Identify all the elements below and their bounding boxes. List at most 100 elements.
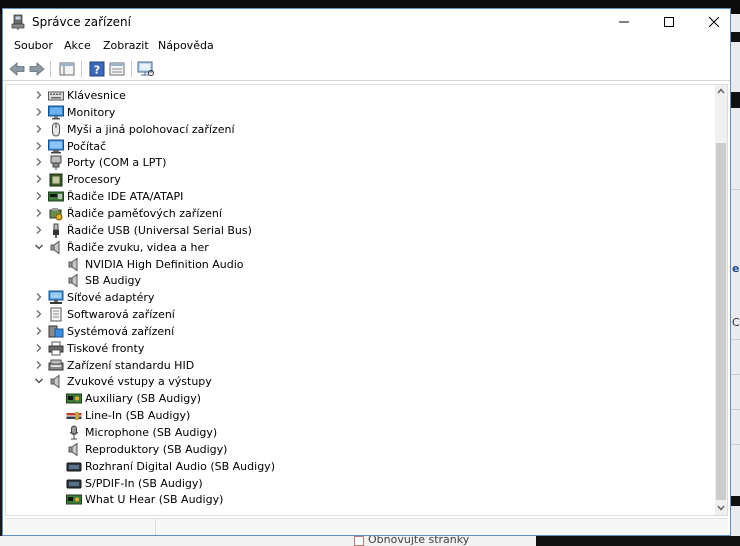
digital-audio-icon (66, 462, 82, 472)
properties-view-button[interactable] (108, 60, 126, 78)
speaker-icon (68, 442, 78, 457)
tree-item[interactable]: Zvukové vstupy a výstupy (6, 373, 706, 390)
tree-item[interactable]: Softwarová zařízení (6, 306, 706, 323)
tree-item[interactable]: Myši a jiná polohovací zařízení (6, 121, 706, 138)
tree-item-label: Microphone (SB Audigy) (85, 426, 218, 439)
audio-card-icon (66, 494, 82, 505)
speaker-icon (50, 240, 60, 255)
tree-item-label: Systémová zařízení (67, 324, 175, 338)
close-icon (708, 17, 719, 27)
tree-item-label: Řadiče USB (Universal Serial Bus) (67, 223, 252, 237)
expand-chevron-icon[interactable] (33, 291, 45, 303)
properties-icon (109, 62, 125, 76)
tree-item[interactable]: Tiskové fronty (6, 340, 706, 357)
speaker-icon (50, 374, 60, 389)
tree-item-label: Počítač (67, 139, 107, 153)
tree-item-label: Myši a jiná polohovací zařízení (67, 122, 235, 136)
expand-chevron-icon[interactable] (33, 224, 45, 236)
help-icon: ? (89, 61, 105, 77)
tree-item[interactable]: Systémová zařízení (6, 323, 706, 340)
expand-chevron-icon[interactable] (33, 89, 45, 101)
tree-item[interactable]: Řadiče USB (Universal Serial Bus) (6, 222, 706, 239)
tree-item[interactable]: Line-In (SB Audigy) (6, 407, 706, 424)
computer-icon (48, 139, 64, 154)
collapse-chevron-icon[interactable] (33, 241, 45, 253)
expand-chevron-icon[interactable] (33, 342, 45, 354)
tree-item[interactable]: What U Hear (SB Audigy) (6, 491, 706, 508)
menu-help[interactable]: Nápověda (158, 39, 214, 52)
audio-card-icon (66, 393, 82, 404)
device-tree[interactable]: Klávesnice Monitory Myši a jiná polohovací… (6, 85, 715, 515)
tree-item[interactable]: Řadiče IDE ATA/ATAPI (6, 188, 706, 205)
tree-item-label: Zvukové vstupy a výstupy (67, 375, 212, 389)
minimize-button[interactable] (601, 9, 646, 35)
menu-action[interactable]: Akce (64, 39, 91, 52)
device-manager-window: Správce zařízení Soubor Akce Zobrazit Ná… (2, 8, 731, 536)
tree-item[interactable]: Auxiliary (SB Audigy) (6, 390, 706, 407)
expand-chevron-icon[interactable] (33, 325, 45, 337)
hid-icon (48, 359, 64, 371)
tree-item[interactable]: Porty (COM a LPT) (6, 154, 706, 171)
tree-item[interactable]: NVIDIA High Definition Audio (6, 256, 706, 273)
forward-arrow-icon (29, 62, 45, 76)
scrollbar-thumb[interactable] (716, 143, 726, 500)
expand-chevron-icon[interactable] (33, 123, 45, 135)
microphone-icon (69, 425, 79, 440)
tree-item[interactable]: Řadiče zvuku, videa a her (6, 239, 706, 256)
expand-chevron-icon[interactable] (33, 308, 45, 320)
help-button[interactable]: ? (88, 60, 106, 78)
system-device-icon (48, 325, 64, 338)
tree-item[interactable]: Monitory (6, 104, 706, 121)
tree-item-label: Klávesnice (67, 89, 126, 102)
expand-chevron-icon[interactable] (33, 156, 45, 168)
back-button[interactable] (8, 60, 26, 78)
toolbar: ? (3, 57, 730, 81)
svg-text:?: ? (94, 64, 100, 77)
forward-button[interactable] (28, 60, 46, 78)
usb-icon (53, 223, 59, 238)
tree-item-label: Monitory (67, 105, 116, 119)
storage-controller-icon (49, 207, 63, 221)
scroll-down-icon[interactable] (717, 505, 725, 511)
tree-item[interactable]: Klávesnice (6, 87, 706, 104)
scan-hardware-changes-button[interactable] (137, 60, 155, 78)
speaker-icon (68, 257, 78, 271)
tree-item[interactable]: Řadiče paměťových zařízení (6, 205, 706, 222)
expand-chevron-icon[interactable] (33, 140, 45, 152)
show-hide-console-tree-button[interactable] (58, 60, 76, 78)
expand-chevron-icon[interactable] (33, 173, 45, 185)
page-icon (354, 536, 364, 546)
expand-chevron-icon[interactable] (33, 106, 45, 118)
maximize-button[interactable] (646, 9, 691, 35)
tree-item[interactable]: Rozhraní Digital Audio (SB Audigy) (6, 458, 706, 475)
collapse-chevron-icon[interactable] (33, 375, 45, 387)
expand-chevron-icon[interactable] (33, 359, 45, 371)
tree-item[interactable]: Procesory (6, 171, 706, 188)
tree-item[interactable]: Reproduktory (SB Audigy) (6, 441, 706, 458)
tree-item-label: SB Audigy (85, 274, 142, 288)
tree-item-label: Softwarová zařízení (67, 308, 175, 322)
expand-chevron-icon[interactable] (33, 190, 45, 202)
tree-item[interactable]: S/PDIF-In (SB Audigy) (6, 475, 706, 492)
processor-icon (49, 173, 63, 187)
title-bar[interactable]: Správce zařízení (3, 9, 730, 35)
software-device-icon (50, 307, 62, 322)
background-window-edge: e Co (731, 14, 740, 546)
tree-item[interactable]: Síťové adaptéry (6, 289, 706, 306)
menu-file[interactable]: Soubor (14, 39, 53, 52)
speaker-icon (68, 273, 78, 288)
close-button[interactable] (691, 9, 730, 35)
tree-item[interactable]: Počítač (6, 138, 706, 155)
mouse-icon (52, 122, 60, 137)
device-tree-pane: Klávesnice Monitory Myši a jiná polohovací… (5, 84, 728, 516)
tree-item[interactable]: Microphone (SB Audigy) (6, 424, 706, 441)
expand-chevron-icon[interactable] (33, 207, 45, 219)
tree-item[interactable]: SB Audigy (6, 272, 706, 289)
menu-view[interactable]: Zobrazit (103, 39, 149, 52)
background-page: Obnovujte stránky (0, 536, 740, 546)
tree-item[interactable]: Zařízení standardu HID (6, 357, 706, 374)
scroll-up-icon[interactable] (717, 88, 725, 94)
tree-item-label: What U Hear (SB Audigy) (85, 493, 224, 507)
vertical-scrollbar[interactable] (715, 85, 727, 515)
maximize-icon (663, 17, 674, 27)
